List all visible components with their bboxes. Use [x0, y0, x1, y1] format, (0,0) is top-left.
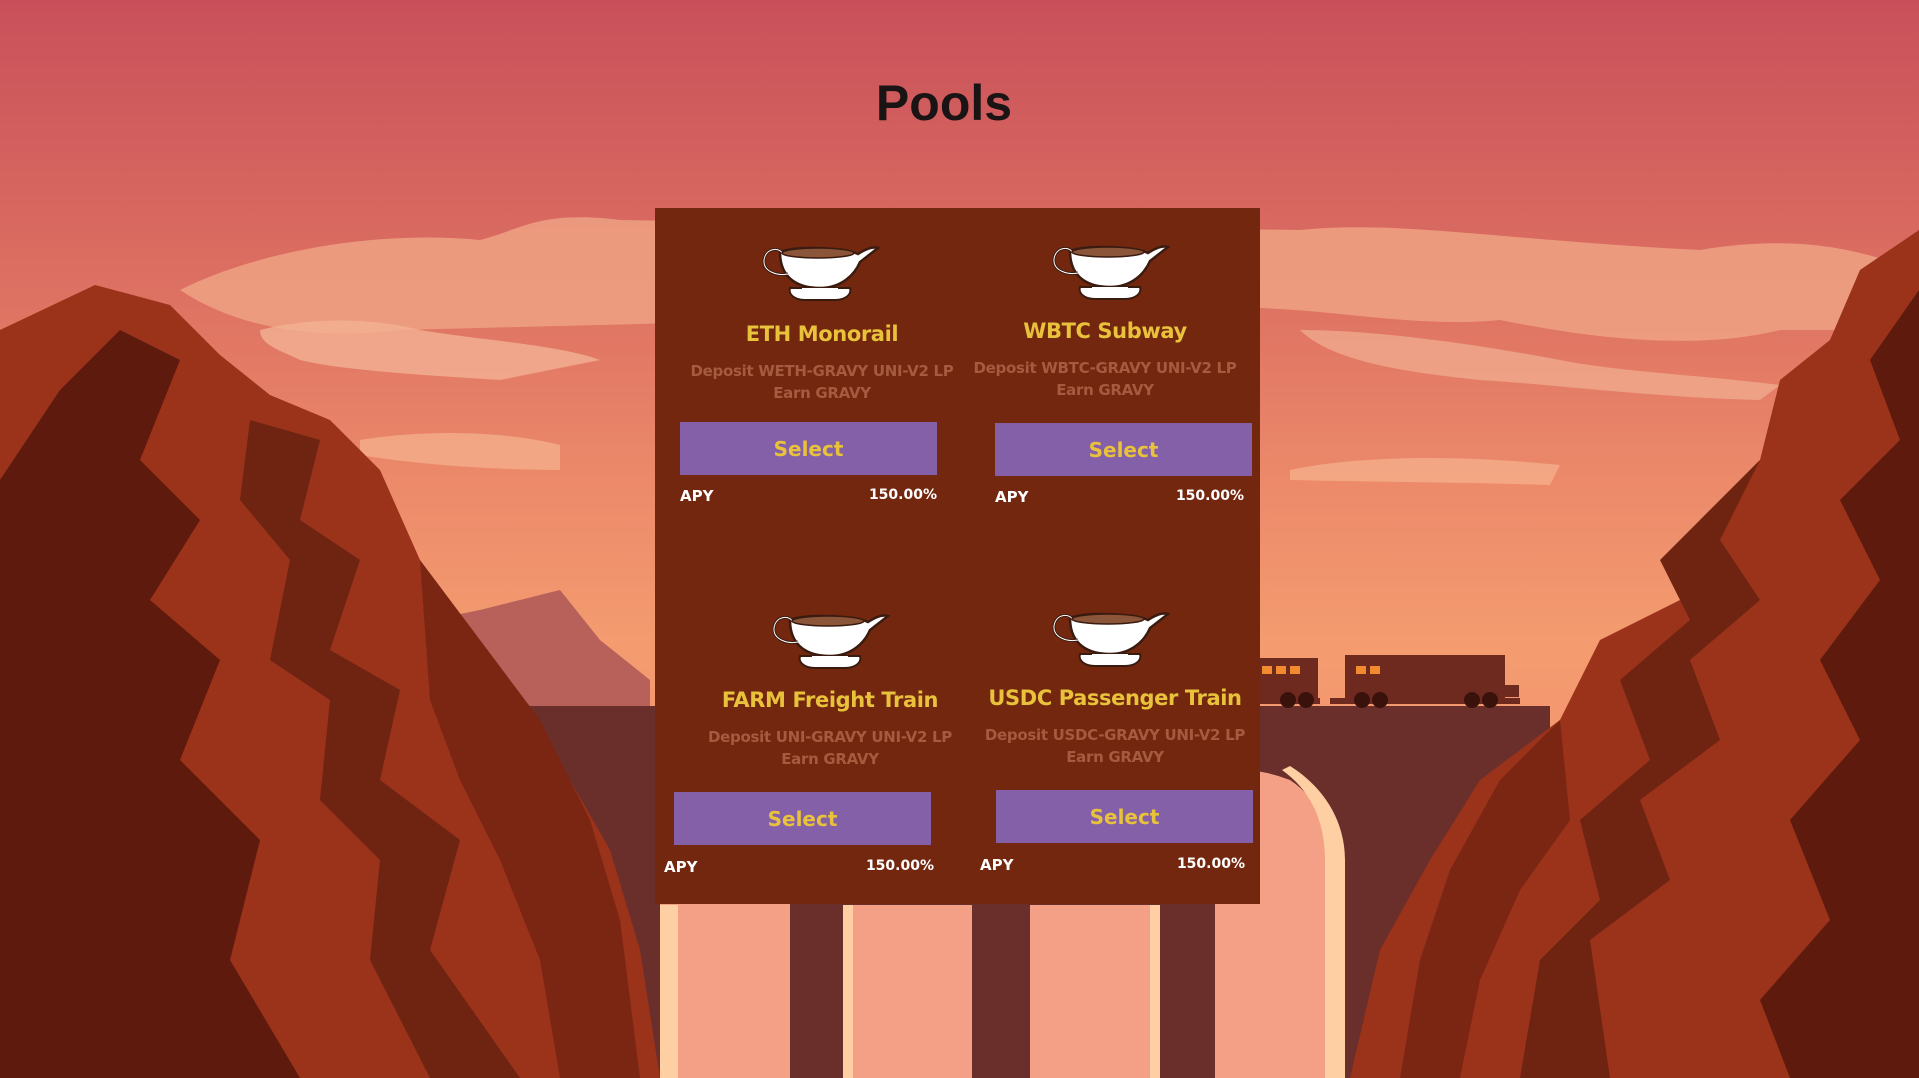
apy-label: APY	[980, 856, 1014, 874]
pool-card-eth-monorail: ETH Monorail Deposit WETH-GRAVY UNI-V2 L…	[677, 236, 967, 526]
apy-label: APY	[680, 487, 714, 505]
bridge-pillar-highlight	[660, 905, 678, 1078]
select-button[interactable]: Select	[995, 423, 1252, 476]
pool-description: Deposit UNI-GRAVY UNI-V2 LP Earn GRAVY	[685, 726, 975, 770]
apy-label: APY	[664, 858, 698, 876]
gravy-boat-icon	[762, 246, 880, 301]
pool-card-farm-freight-train: FARM Freight Train Deposit UNI-GRAVY UNI…	[664, 604, 960, 894]
pool-deposit-text: Deposit WBTC-GRAVY UNI-V2 LP	[973, 359, 1237, 377]
cloud-band	[1300, 330, 1780, 400]
apy-value: 150.00%	[865, 858, 934, 874]
pool-deposit-text: Deposit USDC-GRAVY UNI-V2 LP	[984, 726, 1246, 744]
pool-earn-text: Earn GRAVY	[781, 750, 879, 768]
pool-name: USDC Passenger Train	[988, 686, 1242, 710]
pool-card-usdc-passenger-train: USDC Passenger Train Deposit USDC-GRAVY …	[960, 602, 1253, 892]
bridge-pillar-highlight	[1150, 905, 1160, 1078]
pool-description: Deposit USDC-GRAVY UNI-V2 LP Earn GRAVY	[970, 724, 1260, 768]
apy-value: 150.00%	[1176, 856, 1245, 872]
pools-panel: ETH Monorail Deposit WETH-GRAVY UNI-V2 L…	[655, 208, 1260, 904]
bridge-arch	[853, 905, 972, 1078]
select-button[interactable]: Select	[996, 790, 1253, 843]
pool-description: Deposit WETH-GRAVY UNI-V2 LP Earn GRAVY	[677, 360, 967, 404]
pool-earn-text: Earn GRAVY	[1066, 748, 1164, 766]
pool-earn-text: Earn GRAVY	[773, 384, 871, 402]
pool-name: WBTC Subway	[1023, 319, 1187, 343]
pool-name: FARM Freight Train	[721, 688, 939, 712]
pool-deposit-text: Deposit UNI-GRAVY UNI-V2 LP	[708, 728, 952, 746]
gravy-boat-icon	[1052, 612, 1170, 667]
cloud-band	[260, 320, 600, 380]
pool-card-wbtc-subway: WBTC Subway Deposit WBTC-GRAVY UNI-V2 LP…	[960, 235, 1252, 525]
select-button[interactable]: Select	[674, 792, 931, 845]
pool-description: Deposit WBTC-GRAVY UNI-V2 LP Earn GRAVY	[960, 357, 1250, 401]
gravy-boat-icon	[1052, 245, 1170, 300]
pool-deposit-text: Deposit WETH-GRAVY UNI-V2 LP	[690, 362, 954, 380]
train	[1258, 655, 1520, 708]
pool-name: ETH Monorail	[745, 322, 899, 346]
cloud-band	[1290, 458, 1560, 485]
page-title: Pools	[875, 75, 1013, 131]
bridge-arch	[1030, 905, 1150, 1078]
cloud-band	[360, 433, 560, 470]
pool-earn-text: Earn GRAVY	[1056, 381, 1154, 399]
apy-value: 150.00%	[868, 487, 937, 503]
apy-label: APY	[995, 488, 1029, 506]
apy-value: 150.00%	[1175, 488, 1244, 504]
select-button[interactable]: Select	[680, 422, 937, 475]
bridge-pillar-highlight	[843, 905, 853, 1078]
gravy-boat-icon	[772, 614, 890, 669]
